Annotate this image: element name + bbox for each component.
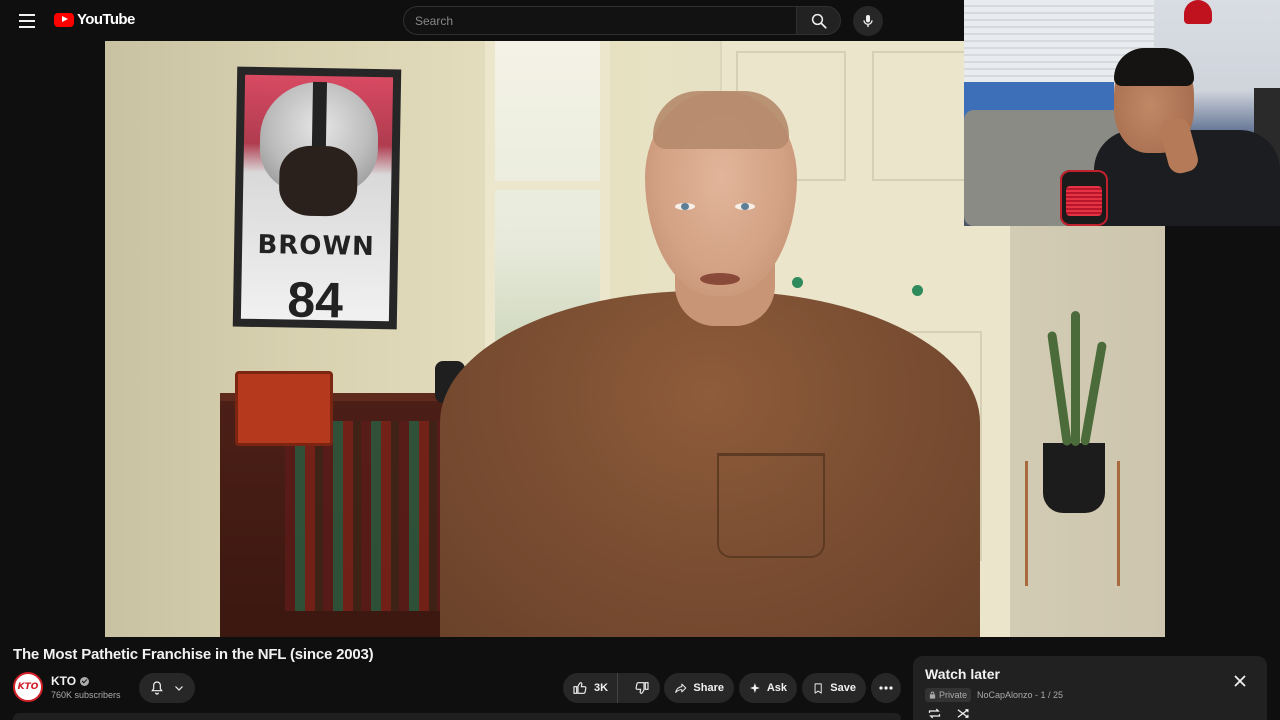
more-horizontal-icon [879, 686, 893, 690]
shuffle-icon[interactable] [956, 707, 971, 720]
youtube-logo[interactable]: YouTube [54, 11, 135, 28]
more-actions-button[interactable] [871, 673, 901, 703]
presenter-torso [440, 291, 980, 637]
sparkle-icon [749, 683, 760, 693]
reactor-webcam-overlay [964, 0, 1280, 226]
logo-text: YouTube [77, 11, 135, 28]
shirt-pocket [717, 453, 825, 558]
search-box[interactable] [403, 6, 796, 35]
masthead: YouTube [0, 0, 964, 41]
bell-icon [151, 681, 163, 695]
lock-icon [929, 691, 936, 699]
notifications-button[interactable] [139, 673, 195, 703]
save-label: Save [830, 682, 856, 694]
playlist-owner-progress[interactable]: NoCapAlonzo - 1 / 25 [977, 690, 1063, 700]
playlist-controls [927, 707, 971, 720]
poster-name: BROWN [257, 229, 376, 263]
youtube-play-icon [54, 12, 74, 27]
privacy-badge: Private [925, 688, 972, 702]
plant-pot [1043, 443, 1105, 513]
share-button[interactable]: Share [664, 673, 734, 703]
save-button[interactable]: Save [802, 673, 866, 703]
description-box-edge[interactable] [13, 713, 901, 720]
verified-check-icon [80, 676, 90, 686]
like-dislike-group: 3K [563, 673, 660, 703]
loop-icon[interactable] [927, 707, 942, 720]
like-button[interactable]: 3K [563, 673, 618, 703]
ask-button[interactable]: Ask [739, 673, 797, 703]
like-count: 3K [593, 682, 609, 694]
search-button[interactable] [796, 6, 841, 35]
chevron-down-icon [175, 686, 183, 691]
voice-search-button[interactable] [853, 6, 883, 36]
dislike-button[interactable] [624, 673, 660, 703]
avatar-text: KTO [17, 682, 39, 692]
framed-poster: BROWN 84 [232, 66, 402, 330]
hamburger-menu-icon[interactable] [14, 10, 40, 32]
watch-later-panel: Watch later Private NoCapAlonzo - 1 / 25 [913, 656, 1267, 720]
video-title: The Most Pathetic Franchise in the NFL (… [13, 646, 374, 663]
streamer-microphone [1060, 170, 1108, 226]
poster-number: 84 [286, 271, 344, 322]
search-icon [811, 13, 827, 29]
thumbs-up-icon [573, 682, 587, 694]
playlist-title[interactable]: Watch later [925, 666, 1000, 682]
search-input[interactable] [404, 7, 796, 34]
channel-name-text[interactable]: KTO [51, 674, 76, 688]
microphone-icon [863, 15, 873, 27]
share-arrow-icon [675, 683, 687, 693]
nfl-lunchbox [235, 371, 333, 446]
bookmark-icon [814, 682, 822, 694]
subscriber-count: 760K subscribers [51, 690, 121, 700]
thumbs-down-icon [635, 682, 649, 694]
ask-label: Ask [766, 682, 787, 694]
close-icon[interactable] [1233, 674, 1247, 688]
playlist-meta: Private NoCapAlonzo - 1 / 25 [925, 688, 1063, 702]
share-label: Share [693, 682, 724, 694]
channel-avatar[interactable]: KTO [13, 672, 43, 702]
channel-name[interactable]: KTO [51, 674, 90, 688]
privacy-label: Private [939, 690, 968, 700]
